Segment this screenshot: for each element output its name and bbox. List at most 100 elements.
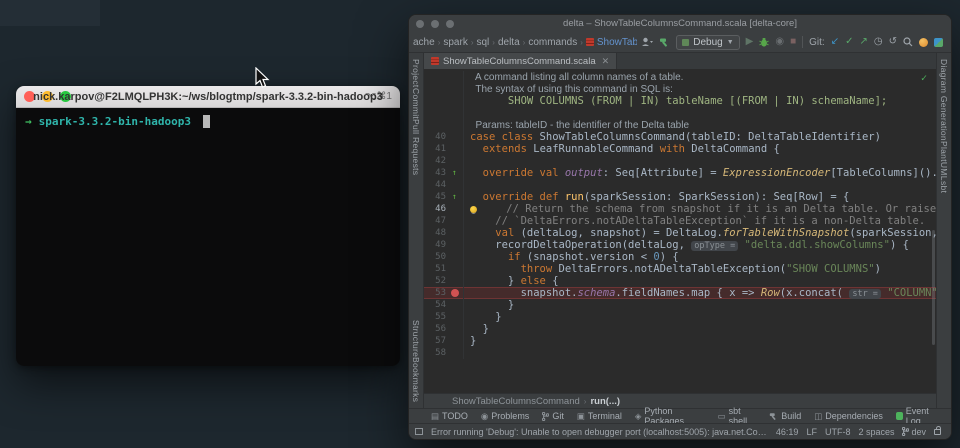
line-number[interactable]: 41 (424, 143, 450, 155)
code-line[interactable]: 48 val (deltaLog, snapshot) = DeltaLog.f… (424, 227, 936, 239)
breadcrumb-file[interactable]: ShowTableColumnsCommand.scala (586, 37, 637, 48)
line-number[interactable] (424, 71, 450, 83)
ide-window[interactable]: delta – ShowTableColumnsCommand.scala [d… (408, 14, 952, 440)
line-number[interactable]: 45 (424, 191, 450, 203)
breakpoint-icon[interactable] (450, 287, 464, 299)
code-line[interactable]: The syntax of using this command in SQL … (424, 83, 936, 95)
ide-titlebar[interactable]: delta – ShowTableColumnsCommand.scala [d… (409, 15, 951, 32)
tool-window-toggle-icon[interactable] (415, 428, 423, 435)
git-push-icon[interactable]: ↗ (859, 37, 867, 47)
tool-stripe-diagram-generation[interactable]: Diagram Generation (939, 59, 949, 141)
code-line[interactable]: 56 } (424, 323, 936, 335)
line-number[interactable] (424, 83, 450, 95)
code-line[interactable]: 46 // Return the schema from snapshot if… (424, 203, 936, 215)
close-tab-icon[interactable]: ✕ (602, 56, 610, 67)
gutter-cell[interactable] (450, 143, 464, 155)
code-line[interactable]: 50 if (snapshot.version < 0) { (424, 251, 936, 263)
tool-button-build[interactable]: Build (769, 411, 801, 421)
code-line[interactable]: 57} (424, 335, 936, 347)
code-line[interactable]: 49 recordDeltaOperation(deltaLog, opType… (424, 239, 936, 251)
gutter-cell[interactable] (450, 71, 464, 83)
line-number[interactable] (424, 95, 450, 107)
zoom-icon[interactable] (60, 91, 71, 102)
breadcrumb-item[interactable]: sql (476, 37, 489, 48)
breadcrumb-class[interactable]: ShowTableColumnsCommand (452, 396, 580, 407)
gutter-cell[interactable] (450, 335, 464, 347)
build-hammer-icon[interactable] (659, 37, 670, 48)
terminal-body[interactable]: → spark-3.3.2-bin-hadoop3 (16, 108, 400, 366)
code-line[interactable]: 47 // `DeltaErrors.notADeltaTableExcepti… (424, 215, 936, 227)
code-line[interactable]: 58 (424, 347, 936, 359)
line-number[interactable]: 48 (424, 227, 450, 239)
caret-position[interactable]: 46:19 (776, 427, 799, 437)
tool-stripe-bookmarks[interactable]: Bookmarks (411, 357, 421, 402)
code-line[interactable]: 41 extends LeafRunnableCommand with Delt… (424, 143, 936, 155)
gutter-cell[interactable] (450, 347, 464, 359)
code-editor[interactable]: A command listing all column names of a … (424, 70, 936, 393)
tool-stripe-plantuml[interactable]: PlantUML (939, 141, 949, 181)
history-clock-icon[interactable]: ◷ (874, 37, 883, 47)
gutter-cell[interactable] (450, 83, 464, 95)
gutter-cell[interactable] (450, 251, 464, 263)
code-line[interactable]: 55 } (424, 311, 936, 323)
inspection-ok-icon[interactable]: ✓ (921, 73, 927, 84)
code-line[interactable]: A command listing all column names of a … (424, 71, 936, 83)
gutter-cell[interactable] (450, 119, 464, 131)
indent-setting[interactable]: 2 spaces (858, 427, 894, 437)
code-line[interactable]: 45 override def run(sparkSession: SparkS… (424, 191, 936, 203)
gutter-cell[interactable] (450, 95, 464, 107)
gutter-cell[interactable] (450, 275, 464, 287)
line-number[interactable]: 55 (424, 311, 450, 323)
user-avatar-icon[interactable] (641, 37, 653, 47)
tool-button-problems[interactable]: ◉Problems (481, 411, 529, 422)
line-number[interactable]: 46 (424, 203, 450, 215)
breadcrumb[interactable]: ache› spark› sql› delta› commands› ShowT… (413, 37, 637, 48)
terminal-titlebar[interactable]: nick.karpov@F2LMQLPH3K:~/ws/blogtmp/spar… (16, 86, 400, 108)
line-number[interactable]: 42 (424, 155, 450, 167)
code-line[interactable]: 52 } else { (424, 275, 936, 287)
git-branch-widget[interactable]: dev (902, 427, 926, 437)
breadcrumb-member[interactable]: run(...) (590, 396, 620, 407)
code-line[interactable]: 51 throw DeltaErrors.notADeltaTableExcep… (424, 263, 936, 275)
code-line[interactable]: 54 } (424, 299, 936, 311)
code-line[interactable]: Params: tableID - the identifier of the … (424, 119, 936, 131)
gutter-cell[interactable] (450, 323, 464, 335)
breadcrumb-item[interactable]: delta (498, 37, 520, 48)
code-line[interactable]: SHOW COLUMNS (FROM | IN) tableName [(FRO… (424, 95, 936, 107)
tab-showtablecolumnscommand[interactable]: ShowTableColumnsCommand.scala ✕ (424, 53, 617, 69)
intention-lightbulb-icon[interactable] (470, 206, 477, 213)
line-number[interactable]: 54 (424, 299, 450, 311)
gutter-cell[interactable] (450, 227, 464, 239)
line-number[interactable]: 52 (424, 275, 450, 287)
git-update-icon[interactable]: ↙ (831, 37, 839, 47)
gutter-cell[interactable] (450, 155, 464, 167)
line-number[interactable]: 50 (424, 251, 450, 263)
tool-stripe-sbt[interactable]: sbt (939, 181, 949, 193)
line-number[interactable]: 43 (424, 167, 450, 179)
close-icon[interactable] (24, 91, 35, 102)
code-line[interactable]: 42 (424, 155, 936, 167)
breadcrumb-item[interactable]: spark (443, 37, 467, 48)
undo-icon[interactable]: ↺ (889, 37, 897, 47)
tool-button-terminal[interactable]: ▣Terminal (577, 411, 622, 422)
gutter-cell[interactable] (450, 179, 464, 191)
override-marker-icon[interactable] (450, 167, 464, 179)
breadcrumb-item[interactable]: commands (528, 37, 577, 48)
line-number[interactable]: 56 (424, 323, 450, 335)
stop-button[interactable]: ■ (790, 37, 796, 47)
line-number[interactable]: 47 (424, 215, 450, 227)
gutter-cell[interactable] (450, 263, 464, 275)
gutter-cell[interactable] (450, 203, 464, 215)
gutter-cell[interactable] (450, 215, 464, 227)
code-line[interactable]: 43 override val output: Seq[Attribute] =… (424, 167, 936, 179)
minimize-icon[interactable] (42, 91, 53, 102)
terminal-window[interactable]: nick.karpov@F2LMQLPH3K:~/ws/blogtmp/spar… (16, 86, 400, 366)
line-number[interactable]: 57 (424, 335, 450, 347)
breadcrumb-item[interactable]: ache (413, 37, 435, 48)
code-line[interactable]: 44 (424, 179, 936, 191)
override-marker-icon[interactable] (450, 191, 464, 203)
tool-stripe-project[interactable]: Project (411, 59, 421, 88)
code-line[interactable] (424, 107, 936, 119)
code-line[interactable]: 40case class ShowTableColumnsCommand(tab… (424, 131, 936, 143)
line-number[interactable]: 49 (424, 239, 450, 251)
